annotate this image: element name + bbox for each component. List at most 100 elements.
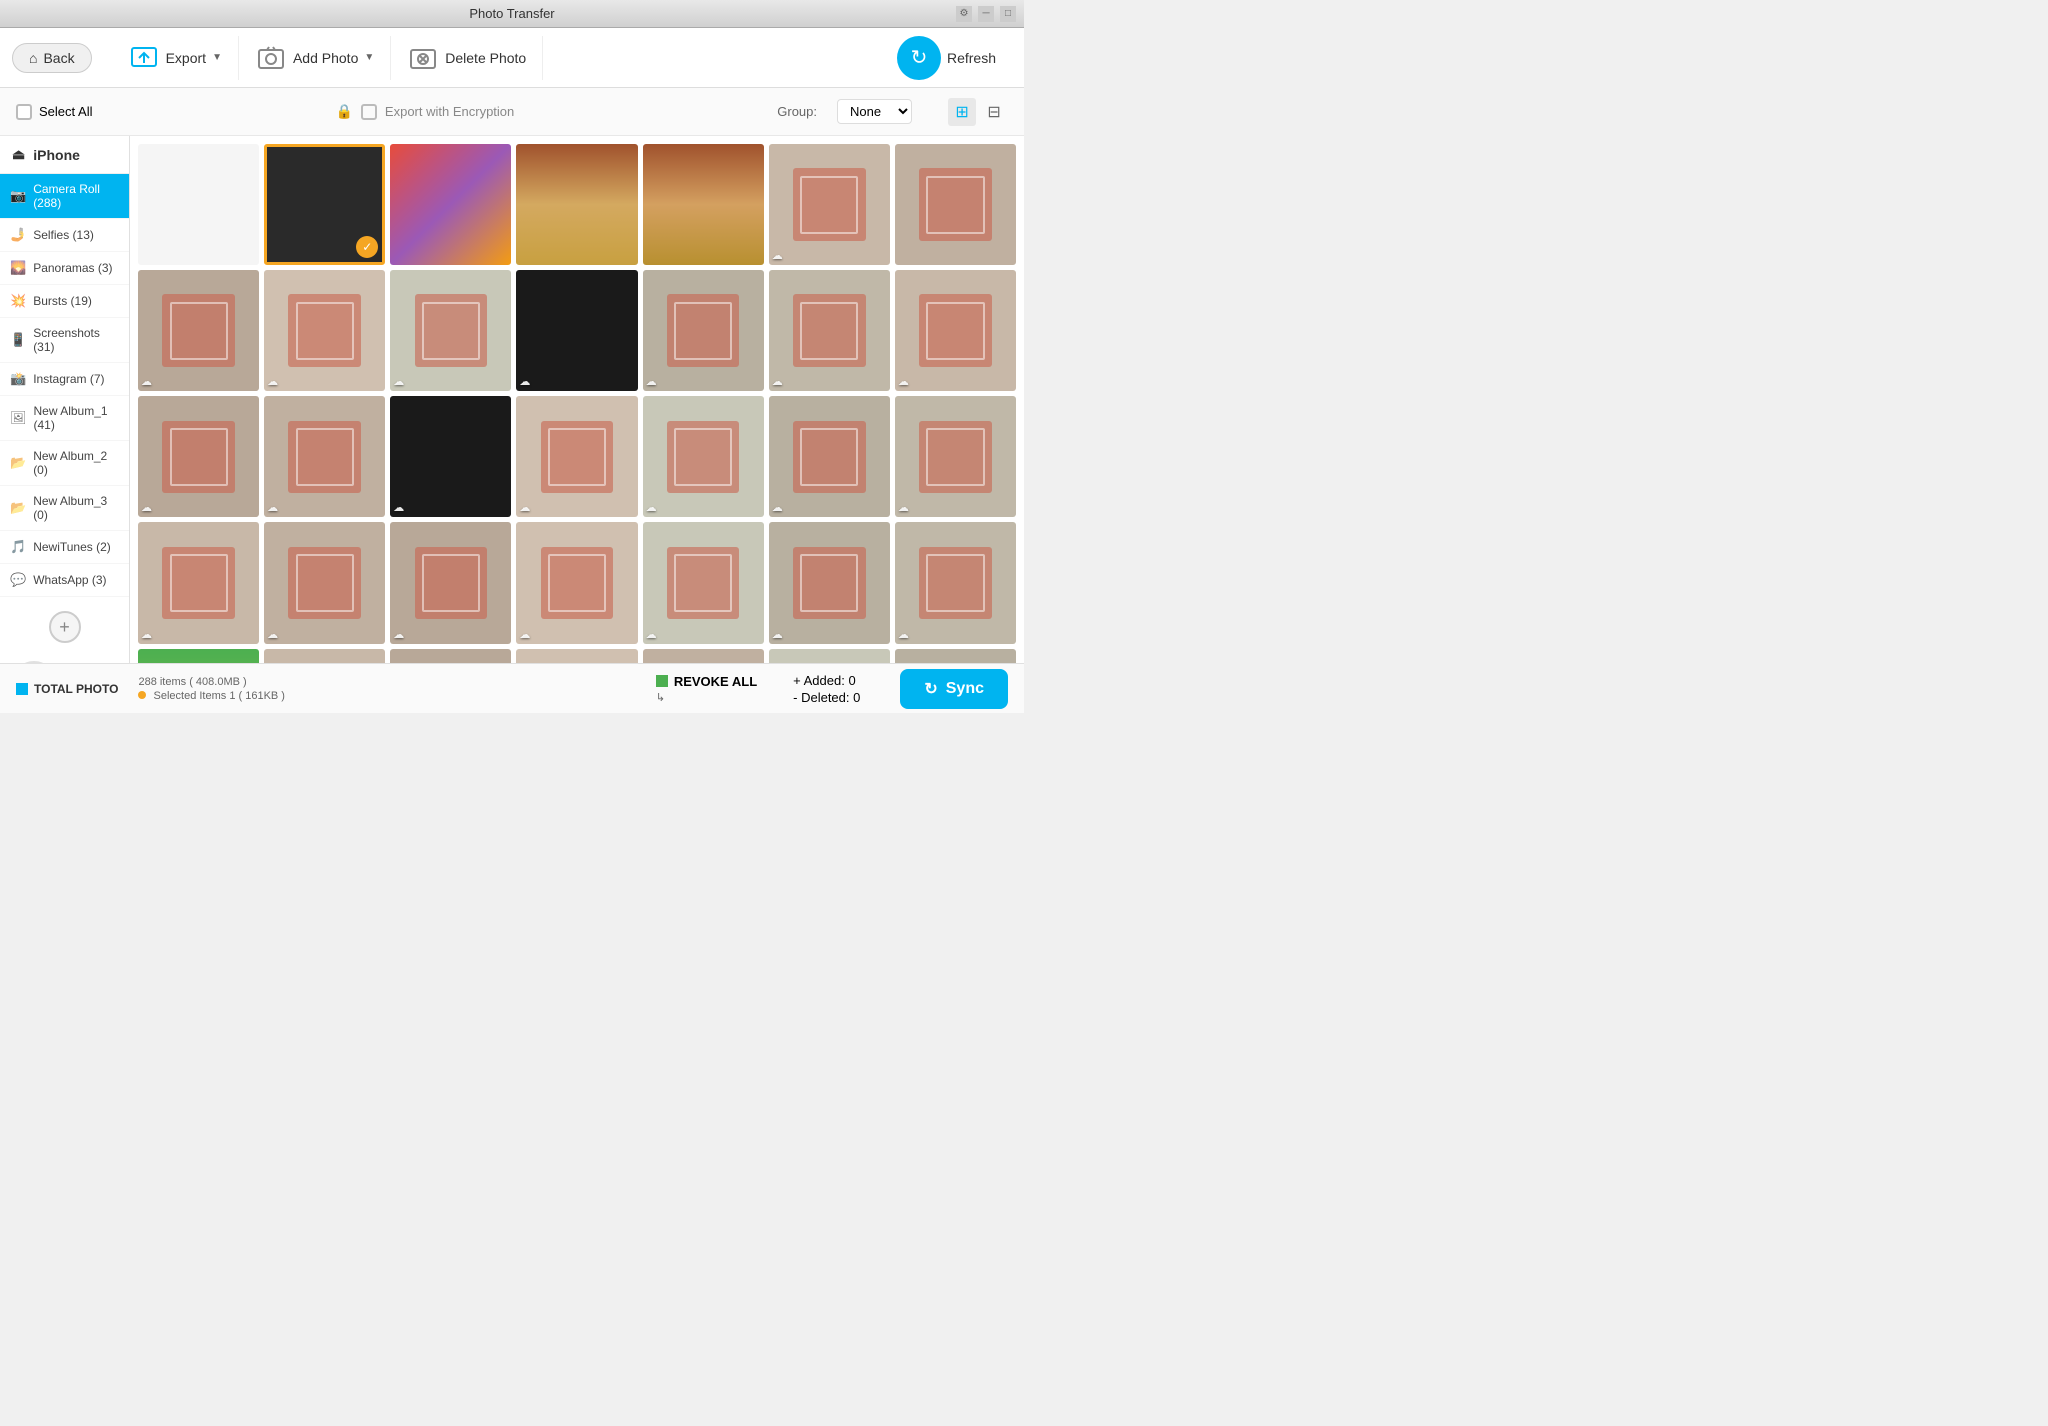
photo-thumb-21[interactable]: ☁ [895,396,1016,517]
group-label: Group: [777,104,817,119]
add-album-button[interactable]: + [49,611,81,643]
photo-thumb-7[interactable] [895,144,1016,265]
photo-thumb-30[interactable]: ☁ [264,649,385,663]
sidebar-item-10[interactable]: 💬WhatsApp (3) [0,564,129,597]
photo-thumb-26[interactable]: ☁ [643,522,764,643]
sync-label: Sync [946,680,984,698]
photo-thumb-12[interactable]: ☁ [643,270,764,391]
photo-thumb-17[interactable]: ☁ [390,396,511,517]
select-all-check[interactable] [16,104,32,120]
sidebar-icon-6: 🖼 [10,410,27,426]
photo-thumb-15[interactable]: ☁ [138,396,259,517]
delete-photo-action[interactable]: Delete Photo [391,36,543,80]
encrypt-label: Export with Encryption [385,104,514,119]
list-view-button[interactable]: ⊟ [980,98,1008,126]
photo-thumb-1[interactable] [138,144,259,265]
photo-thumb-8[interactable]: ☁ [138,270,259,391]
encrypt-option: 🔒 Export with Encryption [335,103,514,120]
sidebar-item-label-7: New Album_2 (0) [33,449,119,477]
photo-grid: ✓☁ ☁ ☁ ☁ ☁☁ ☁ [138,144,1016,663]
settings-button[interactable]: ⚙ [956,6,972,22]
photo-thumb-9[interactable]: ☁ [264,270,385,391]
toolbar: ⌂ Back Export ▼ Add Photo ▼ [0,28,1024,88]
add-photo-dropdown-icon: ▼ [364,52,374,63]
sidebar-icon-2: 🌄 [10,260,26,276]
storage-circle: 51.19 GB Free [12,661,56,663]
arrow-icon: ↳ [656,691,665,704]
photo-thumb-22[interactable]: ☁ [138,522,259,643]
photo-thumb-31[interactable]: ☁ [390,649,511,663]
sidebar-item-8[interactable]: 📂New Album_3 (0) [0,486,129,531]
photo-thumb-20[interactable]: ☁ [769,396,890,517]
add-photo-icon [255,44,287,72]
sync-button[interactable]: ↻ Sync [900,669,1008,709]
refresh-label: Refresh [947,50,996,66]
photo-thumb-16[interactable]: ☁ [264,396,385,517]
delete-photo-icon [407,44,439,72]
sidebar-item-5[interactable]: 📸Instagram (7) [0,363,129,396]
select-all-label: Select All [39,104,92,119]
photo-thumb-4[interactable] [516,144,637,265]
sidebar-item-label-6: New Album_1 (41) [34,404,119,432]
refresh-action[interactable]: ↻ Refresh [881,28,1012,88]
export-action[interactable]: Export ▼ [112,36,239,80]
photo-thumb-25[interactable]: ☁ [516,522,637,643]
status-bar: TOTAL PHOTO 288 items ( 408.0MB ) Select… [0,663,1024,713]
sidebar-item-7[interactable]: 📂New Album_2 (0) [0,441,129,486]
maximize-button[interactable]: □ [1000,6,1016,22]
photo-area[interactable]: ✓☁ ☁ ☁ ☁ ☁☁ ☁ [130,136,1024,663]
revoke-section: REVOKE ALL ↳ [656,674,757,704]
photo-thumb-19[interactable]: ☁ [643,396,764,517]
sidebar-item-2[interactable]: 🌄Panoramas (3) [0,252,129,285]
photo-thumb-18[interactable]: ☁ [516,396,637,517]
revoke-sub: ↳ [656,691,665,704]
grid-view-button[interactable]: ⊞ [948,98,976,126]
photo-thumb-35[interactable]: ☁ [895,649,1016,663]
photo-thumb-3[interactable] [390,144,511,265]
photo-thumb-14[interactable]: ☁ [895,270,1016,391]
sidebar-item-1[interactable]: 🤳Selfies (13) [0,219,129,252]
main-layout: ⏏ iPhone 📷Camera Roll (288)🤳Selfies (13)… [0,136,1024,663]
sidebar-item-3[interactable]: 💥Bursts (19) [0,285,129,318]
back-arrow-icon: ⌂ [29,50,37,66]
sidebar: ⏏ iPhone 📷Camera Roll (288)🤳Selfies (13)… [0,136,130,663]
photo-thumb-2[interactable]: ✓ [264,144,385,265]
photo-thumb-13[interactable]: ☁ [769,270,890,391]
sidebar-item-label-10: WhatsApp (3) [33,573,106,587]
back-button[interactable]: ⌂ Back [12,43,92,73]
select-all-checkbox[interactable]: Select All [16,104,92,120]
photo-thumb-11[interactable]: ☁ [516,270,637,391]
add-photo-action[interactable]: Add Photo ▼ [239,36,391,80]
photo-thumb-33[interactable]: ☁ [643,649,764,663]
photo-thumb-27[interactable]: ☁ [769,522,890,643]
sidebar-item-6[interactable]: 🖼 New Album_1 (41) [0,396,129,441]
sidebar-item-label-0: Camera Roll (288) [33,182,119,210]
sidebar-item-0[interactable]: 📷Camera Roll (288) [0,174,129,219]
device-header: ⏏ iPhone [0,136,129,174]
minimize-button[interactable]: ─ [978,6,994,22]
sidebar-item-9[interactable]: 🎵NewiTunes (2) [0,531,129,564]
encrypt-checkbox[interactable] [361,104,377,120]
sidebar-icon-3: 💥 [10,293,26,309]
export-dropdown-icon: ▼ [212,52,222,63]
photo-thumb-29[interactable]: ☁ [138,649,259,663]
refresh-icon: ↻ [897,36,941,80]
revoke-all-button[interactable]: REVOKE ALL [656,674,757,689]
eject-icon: ⏏ [12,146,25,163]
photo-thumb-24[interactable]: ☁ [390,522,511,643]
photo-thumb-23[interactable]: ☁ [264,522,385,643]
cloud-icon-17: ☁ [393,501,404,514]
sidebar-item-label-4: Screenshots (31) [33,326,119,354]
added-count: + Added: 0 [793,673,860,688]
photo-thumb-28[interactable]: ☁ [895,522,1016,643]
selected-items: Selected Items 1 ( 161KB ) [138,690,285,702]
sidebar-item-label-1: Selfies (13) [33,228,94,242]
photo-thumb-6[interactable]: ☁ [769,144,890,265]
photo-thumb-32[interactable]: ☁ [516,649,637,663]
photo-thumb-5[interactable] [643,144,764,265]
group-select[interactable]: None Date Month Year [837,99,912,124]
photo-thumb-10[interactable]: ☁ [390,270,511,391]
storage-info: 51.19 GB Free [0,653,129,663]
photo-thumb-34[interactable]: ☁ [769,649,890,663]
sidebar-item-4[interactable]: 📱Screenshots (31) [0,318,129,363]
